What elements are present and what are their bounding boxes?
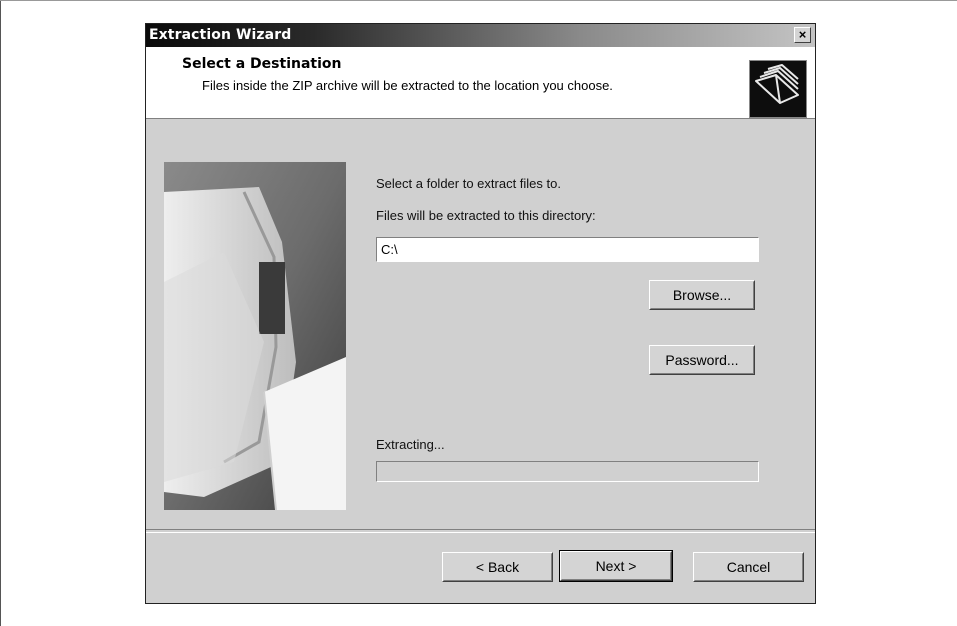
window-title: Extraction Wizard [149, 27, 292, 43]
next-button-label: Next > [595, 558, 637, 574]
page-top-border [0, 0, 957, 1]
header-subtitle: Files inside the ZIP archive will be ext… [202, 78, 613, 93]
browse-button[interactable]: Browse... [649, 280, 755, 310]
extraction-wizard-window: Extraction Wizard × Select a Destination… [145, 23, 816, 604]
close-icon[interactable]: × [794, 27, 811, 43]
folders-photo [164, 162, 346, 510]
cancel-button[interactable]: Cancel [693, 552, 804, 582]
browse-button-label: Browse... [672, 287, 732, 303]
password-button-label: Password... [665, 352, 739, 368]
folders-icon [749, 60, 807, 118]
directory-input[interactable] [376, 237, 759, 262]
instruction-text: Select a folder to extract files to. [376, 176, 561, 191]
progress-label: Extracting... [376, 437, 445, 452]
wizard-side-image [164, 162, 346, 510]
cancel-button-label: Cancel [726, 559, 771, 575]
extraction-progress-bar [376, 461, 759, 482]
back-button-label: < Back [475, 559, 520, 575]
page-left-border [0, 0, 1, 626]
title-bar[interactable]: Extraction Wizard × [146, 24, 815, 47]
wizard-header: Select a Destination Files inside the ZI… [146, 47, 815, 119]
header-title: Select a Destination [182, 56, 342, 72]
footer-separator [146, 529, 815, 533]
directory-label: Files will be extracted to this director… [376, 208, 596, 223]
folders-icon-graphic [750, 61, 806, 117]
password-button[interactable]: Password... [649, 345, 755, 375]
next-button[interactable]: Next > [559, 550, 673, 582]
back-button[interactable]: < Back [442, 552, 553, 582]
